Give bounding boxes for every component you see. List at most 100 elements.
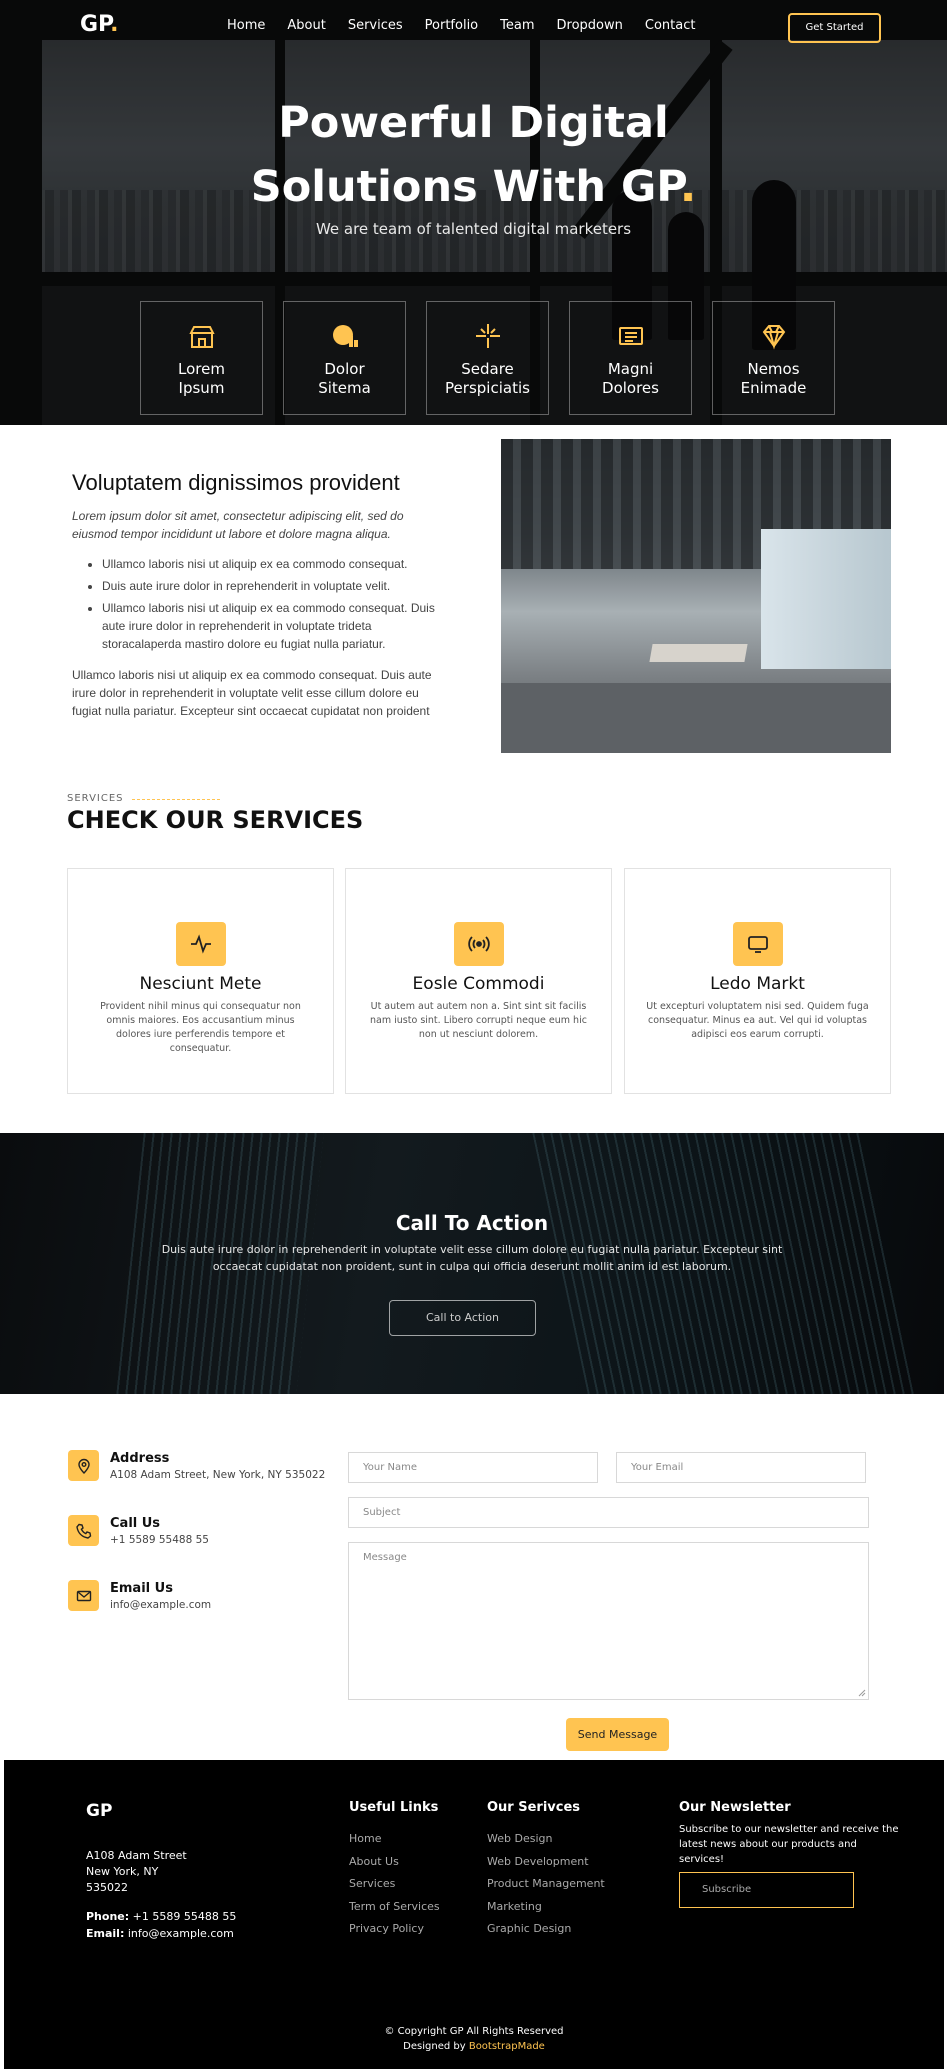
footer-newsletter-title: Our Newsletter <box>679 1800 791 1815</box>
paint-bucket-icon <box>618 327 643 345</box>
footer-link-terms[interactable]: Term of Services <box>349 1896 440 1919</box>
message-textarea[interactable]: Message <box>348 1542 869 1700</box>
hero-box-lorem-ipsum[interactable]: Lorem Ipsum <box>140 301 263 415</box>
hero-title-line2: Solutions With GP. <box>250 162 697 212</box>
service-desc: Ut autem aut autem non a. Sint sint sit … <box>370 1001 587 1040</box>
hero-title-line1: Powerful Digital <box>278 98 669 148</box>
footer-link-home[interactable]: Home <box>349 1828 440 1851</box>
nav-item-dropdown[interactable]: Dropdown <box>557 18 623 33</box>
hero-box-line2: Perspiciatis <box>445 379 530 397</box>
service-badge <box>732 922 783 966</box>
hero-box-magni-dolores[interactable]: Magni Dolores <box>569 301 692 415</box>
service-name: Ledo Markt <box>710 974 805 994</box>
service-desc: Provident nihil minus qui consequatur no… <box>100 1001 301 1054</box>
info-title: Address <box>110 1451 170 1466</box>
footer-link-about-us[interactable]: About Us <box>349 1851 440 1874</box>
footer-address-line: 535022 <box>86 1881 128 1894</box>
footer-address-line: New York, NY <box>86 1865 159 1878</box>
about-title: Voluptatem dignissimos provident <box>72 470 400 495</box>
info-value: +1 5589 55488 55 <box>110 1534 209 1546</box>
monitor-icon <box>747 936 768 953</box>
footer-address: A108 Adam Street New York, NY 535022 <box>86 1848 187 1896</box>
hero-box-line2: Ipsum <box>178 379 225 397</box>
designed-by-text: Designed by <box>403 2041 469 2052</box>
get-started-button[interactable]: Get Started <box>788 13 881 43</box>
envelope-icon <box>76 1590 92 1602</box>
cta-title: Call To Action <box>395 1211 549 1235</box>
service-name: Nesciunt Mete <box>139 974 262 994</box>
office-floor-decor <box>501 683 891 753</box>
hero-box-line1: Dolor <box>324 360 365 378</box>
footer-link-product-management[interactable]: Product Management <box>487 1873 605 1896</box>
footer-link-marketing[interactable]: Marketing <box>487 1896 605 1919</box>
hero-box-line2: Dolores <box>602 379 659 397</box>
hero-icon-boxes: Lorem Ipsum Dolor Sitema Sedare Perspiciati… <box>140 301 835 415</box>
your-email-input[interactable]: Your Email <box>616 1452 866 1483</box>
service-desc: Ut excepturi voluptatem nisi sed. Quidem… <box>646 1001 869 1040</box>
hero-box-line1: Sedare <box>461 360 514 378</box>
nav-item-contact[interactable]: Contact <box>645 18 696 33</box>
nav-item-about[interactable]: About <box>287 18 325 33</box>
site-footer: GP A108 Adam Street New York, NY 535022 … <box>4 1760 944 2069</box>
info-badge <box>68 1450 99 1481</box>
copyright-text: © Copyright GP All Rights Reserved <box>384 2026 564 2037</box>
service-badge <box>453 922 504 966</box>
hero-subtitle: We are team of talented digital marketer… <box>315 220 632 238</box>
list-item: Ullamco laboris nisi ut aliquip ex ea co… <box>102 555 447 573</box>
office-window-decor <box>761 529 891 669</box>
subscribe-button[interactable]: Subscribe <box>679 1872 854 1908</box>
hero-box-line2: Sitema <box>318 379 371 397</box>
footer-link-services[interactable]: Services <box>349 1873 440 1896</box>
hero-box-line1: Magni <box>607 360 654 378</box>
footer-phone-value: +1 5589 55488 55 <box>129 1910 237 1923</box>
list-item: Ullamco laboris nisi ut aliquip ex ea co… <box>102 599 447 653</box>
hero-section: GP. Home About Services Portfolio Team D… <box>0 0 947 425</box>
your-name-input[interactable]: Your Name <box>348 1452 598 1483</box>
info-value: A108 Adam Street, New York, NY 535022 <box>110 1469 326 1481</box>
send-message-button[interactable]: Send Message <box>566 1718 669 1751</box>
hero-box-nemos-enimade[interactable]: Nemos Enimade <box>712 301 835 415</box>
office-photo <box>501 439 891 753</box>
footer-link-web-development[interactable]: Web Development <box>487 1851 605 1874</box>
main-nav: Home About Services Portfolio Team Dropd… <box>227 18 717 33</box>
services-title: CHECK OUR SERVICES <box>67 806 364 834</box>
about-bullet-list: Ullamco laboris nisi ut aliquip ex ea co… <box>102 555 447 657</box>
resize-handle-icon[interactable] <box>858 1689 866 1697</box>
nav-item-team[interactable]: Team <box>500 18 534 33</box>
footer-link-graphic-design[interactable]: Graphic Design <box>487 1918 605 1941</box>
nav-item-services[interactable]: Services <box>348 18 403 33</box>
footer-copyright: © Copyright GP All Rights Reserved Desig… <box>4 2024 944 2054</box>
footer-phone-label: Phone: <box>86 1910 130 1923</box>
footer-link-privacy[interactable]: Privacy Policy <box>349 1918 440 1941</box>
service-card[interactable]: Ledo Markt Ut excepturi voluptatem nisi … <box>624 868 891 1094</box>
cta-text: Duis aute irure dolor in reprehenderit i… <box>161 1243 783 1273</box>
map-pin-icon <box>78 1458 90 1474</box>
footer-services-links: Web Design Web Development Product Manag… <box>487 1828 605 1941</box>
call-to-action-button[interactable]: Call to Action <box>389 1300 536 1336</box>
footer-email-value: info@example.com <box>124 1927 234 1940</box>
subject-input[interactable]: Subject <box>348 1497 869 1528</box>
hero-box-line1: Nemos <box>747 360 800 378</box>
nav-item-portfolio[interactable]: Portfolio <box>425 18 478 33</box>
hero-box-dolor-sitema[interactable]: Dolor Sitema <box>283 301 406 415</box>
info-badge <box>68 1580 99 1611</box>
nav-item-home[interactable]: Home <box>227 18 265 33</box>
service-card[interactable]: Nesciunt Mete Provident nihil minus qui … <box>67 868 334 1094</box>
footer-address-line: A108 Adam Street <box>86 1849 187 1862</box>
footer-link-web-design[interactable]: Web Design <box>487 1828 605 1851</box>
footer-logo[interactable]: GP <box>86 1801 112 1821</box>
hero-box-line1: Lorem <box>178 360 225 378</box>
info-title: Call Us <box>110 1516 161 1531</box>
service-badge <box>175 922 226 966</box>
designer-link[interactable]: BootstrapMade <box>469 2041 545 2052</box>
footer-email-label: Email: <box>86 1927 125 1940</box>
message-placeholder: Message <box>363 1552 407 1563</box>
service-card[interactable]: Eosle Commodi Ut autem aut autem non a. … <box>345 868 612 1094</box>
gem-icon <box>762 325 785 350</box>
brand-logo[interactable]: GP. <box>80 12 119 37</box>
about-intro: Lorem ipsum dolor sit amet, consectetur … <box>72 509 404 541</box>
footer-services-title: Our Serivces <box>487 1800 581 1815</box>
hero-box-sedare-perspiciatis[interactable]: Sedare Perspiciatis <box>426 301 549 415</box>
footer-contact: Phone: +1 5589 55488 55 Email: info@exam… <box>86 1908 236 1942</box>
footer-newsletter-text: Subscribe to our newsletter and receive … <box>679 1824 899 1865</box>
